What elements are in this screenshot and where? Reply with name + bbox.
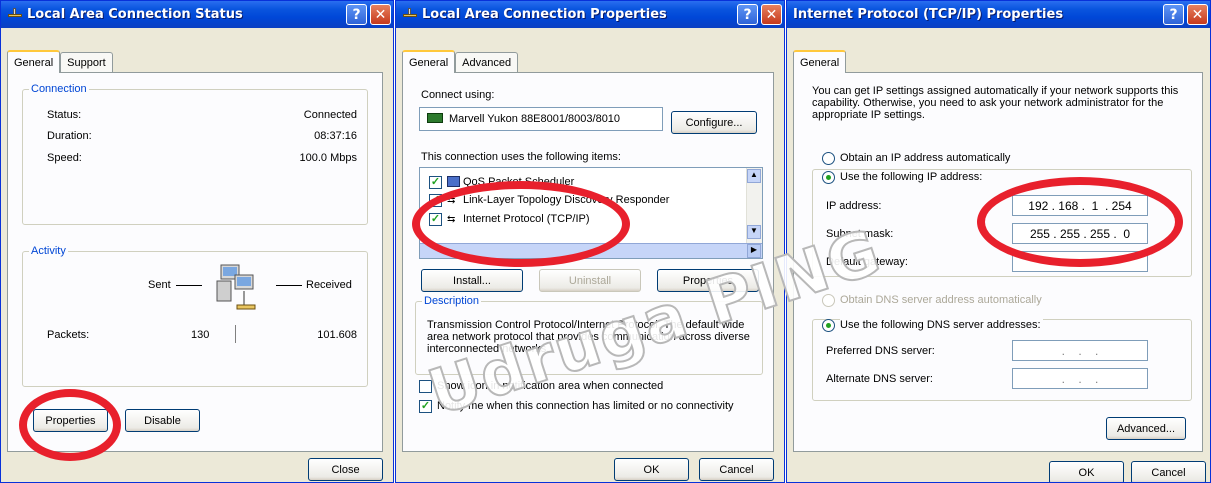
tab-general[interactable]: General bbox=[402, 50, 456, 73]
tcpip-window-title: Internet Protocol (TCP/IP) Properties bbox=[793, 7, 1064, 22]
status-value: Connected bbox=[303, 109, 357, 121]
uninstall-button[interactable]: Uninstall bbox=[539, 269, 641, 292]
item-checkbox-lltd[interactable]: ✓ bbox=[429, 194, 442, 207]
alternate-dns-input[interactable]: . . . bbox=[1012, 368, 1148, 389]
notify-label: Notify me when this connection has limit… bbox=[437, 400, 734, 412]
preferred-dns-input[interactable]: . . . bbox=[1012, 340, 1148, 361]
scroll-down-icon[interactable]: ▼ bbox=[747, 225, 761, 239]
status-label: Status: bbox=[47, 109, 82, 121]
default-gateway-input[interactable]: . . . bbox=[1012, 251, 1148, 272]
tcpip-window: Internet Protocol (TCP/IP) Properties ? … bbox=[786, 0, 1211, 483]
disable-button[interactable]: Disable bbox=[125, 409, 200, 432]
network-connection-icon bbox=[7, 7, 23, 22]
help-button[interactable]: ? bbox=[1163, 4, 1184, 25]
preferred-dns-label: Preferred DNS server: bbox=[826, 345, 935, 357]
status-window-title: Local Area Connection Status bbox=[27, 7, 243, 22]
ip-address-label: IP address: bbox=[826, 200, 882, 212]
show-icon-label: Show icon in notification area when conn… bbox=[437, 380, 664, 392]
packets-received-value: 101.608 bbox=[317, 329, 357, 341]
advanced-button[interactable]: Advanced... bbox=[1106, 417, 1186, 440]
status-general-panel: Connection Status: Connected Duration: 0… bbox=[7, 72, 383, 452]
close-window-button[interactable]: ✕ bbox=[761, 4, 782, 25]
use-following-dns-radio[interactable] bbox=[822, 319, 835, 332]
packets-divider bbox=[235, 325, 236, 343]
packets-sent-value: 130 bbox=[191, 329, 210, 341]
received-line bbox=[276, 285, 302, 286]
speed-value: 100.0 Mbps bbox=[299, 152, 357, 164]
tab-advanced[interactable]: Advanced bbox=[455, 52, 519, 72]
protocol-icon: ⇆ bbox=[447, 214, 456, 225]
alternate-dns-label: Alternate DNS server: bbox=[826, 373, 933, 385]
tab-support[interactable]: Support bbox=[60, 52, 113, 72]
horizontal-scrollbar[interactable] bbox=[420, 243, 762, 258]
item-properties-button[interactable]: Properties bbox=[657, 269, 759, 292]
tcpip-general-panel: You can get IP settings assigned automat… bbox=[793, 72, 1203, 452]
item-label-lltd: Link-Layer Topology Discovery Responder bbox=[463, 194, 670, 206]
ok-button[interactable]: OK bbox=[1049, 461, 1124, 482]
help-button[interactable]: ? bbox=[737, 4, 758, 25]
scroll-right-icon[interactable]: ▶ bbox=[747, 244, 761, 258]
status-window-titlebar[interactable]: Local Area Connection Status ? ✕ bbox=[1, 1, 393, 28]
properties-button[interactable]: Properties bbox=[33, 409, 108, 432]
qos-icon bbox=[447, 176, 460, 187]
description-legend: Description bbox=[424, 295, 480, 307]
duration-value: 08:37:16 bbox=[314, 130, 357, 142]
close-window-button[interactable]: ✕ bbox=[370, 4, 391, 25]
subnet-mask-label: Subnet mask: bbox=[826, 228, 894, 240]
description-text: Transmission Control Protocol/Internet P… bbox=[427, 319, 750, 355]
obtain-ip-auto-radio[interactable] bbox=[822, 152, 835, 165]
close-window-button[interactable]: ✕ bbox=[1187, 4, 1208, 25]
network-activity-icon bbox=[211, 261, 271, 317]
tab-general[interactable]: General bbox=[793, 50, 847, 73]
tab-general[interactable]: General bbox=[7, 50, 61, 73]
cancel-button[interactable]: Cancel bbox=[699, 458, 774, 481]
network-connection-icon bbox=[402, 7, 418, 22]
tcpip-window-titlebar[interactable]: Internet Protocol (TCP/IP) Properties ? … bbox=[787, 1, 1210, 28]
packets-label: Packets: bbox=[47, 329, 90, 341]
item-checkbox-qos[interactable]: ✓ bbox=[429, 176, 442, 189]
duration-label: Duration: bbox=[47, 130, 92, 142]
ok-button[interactable]: OK bbox=[614, 458, 689, 481]
properties-window: Local Area Connection Properties ? ✕ Gen… bbox=[395, 0, 785, 483]
item-label-tcpip: Internet Protocol (TCP/IP) bbox=[463, 213, 590, 225]
install-button[interactable]: Install... bbox=[421, 269, 523, 292]
help-button[interactable]: ? bbox=[346, 4, 367, 25]
item-label-qos: QoS Packet Scheduler bbox=[463, 176, 575, 188]
protocol-icon: ⇆ bbox=[447, 195, 456, 206]
properties-window-titlebar[interactable]: Local Area Connection Properties ? ✕ bbox=[396, 1, 784, 28]
adapter-name: Marvell Yukon 88E8001/8003/8010 bbox=[449, 113, 621, 125]
show-icon-checkbox[interactable] bbox=[419, 380, 432, 393]
properties-window-title: Local Area Connection Properties bbox=[422, 7, 667, 22]
use-following-ip-label: Use the following IP address: bbox=[840, 171, 985, 183]
notify-checkbox[interactable]: ✓ bbox=[419, 400, 432, 413]
connection-legend: Connection bbox=[31, 83, 87, 95]
activity-group: Activity bbox=[22, 245, 368, 387]
use-following-dns-label: Use the following DNS server addresses: bbox=[840, 319, 1043, 331]
close-button[interactable]: Close bbox=[308, 458, 383, 481]
ip-address-input[interactable]: 192 . 168 . 1 . 254 bbox=[1012, 195, 1148, 216]
connect-using-label: Connect using: bbox=[421, 89, 495, 101]
received-label: Received bbox=[306, 279, 352, 291]
speed-label: Speed: bbox=[47, 152, 82, 164]
subnet-mask-input[interactable]: 255 . 255 . 255 . 0 bbox=[1012, 223, 1148, 244]
item-checkbox-tcpip[interactable]: ✓ bbox=[429, 213, 442, 226]
obtain-dns-auto-label: Obtain DNS server address automatically bbox=[840, 294, 1042, 306]
configure-button[interactable]: Configure... bbox=[671, 111, 757, 134]
obtain-ip-auto-label: Obtain an IP address automatically bbox=[840, 152, 1011, 164]
default-gateway-label: Default gateway: bbox=[826, 256, 908, 268]
obtain-dns-auto-radio[interactable] bbox=[822, 294, 835, 307]
properties-general-panel: Connect using: Marvell Yukon 88E8001/800… bbox=[402, 72, 774, 452]
scroll-up-icon[interactable]: ▲ bbox=[747, 169, 761, 183]
intro-text: You can get IP settings assigned automat… bbox=[812, 85, 1179, 121]
items-label: This connection uses the following items… bbox=[421, 151, 621, 163]
use-following-ip-radio[interactable] bbox=[822, 171, 835, 184]
sent-label: Sent bbox=[148, 279, 171, 291]
activity-legend: Activity bbox=[31, 245, 66, 257]
status-window: Local Area Connection Status ? ✕ General… bbox=[0, 0, 394, 483]
network-card-icon bbox=[427, 113, 443, 123]
cancel-button[interactable]: Cancel bbox=[1131, 461, 1206, 482]
sent-line bbox=[176, 285, 202, 286]
